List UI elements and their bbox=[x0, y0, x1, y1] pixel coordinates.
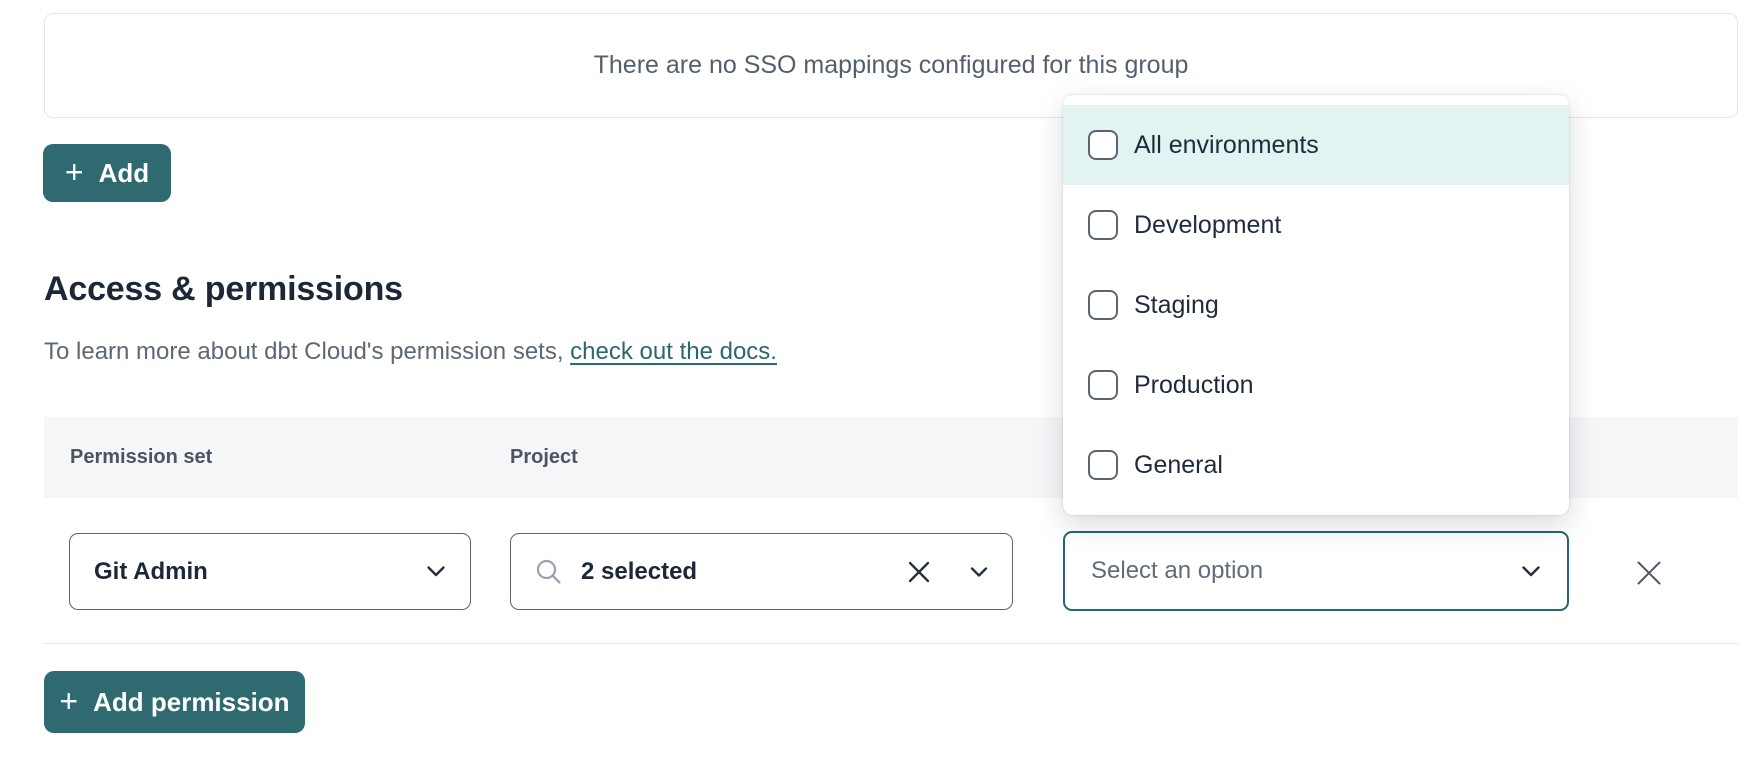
permissions-description: To learn more about dbt Cloud's permissi… bbox=[44, 338, 777, 366]
add-button-label: Add bbox=[99, 158, 150, 189]
column-header-project: Project bbox=[510, 446, 578, 469]
dropdown-option-general[interactable]: General bbox=[1063, 425, 1569, 505]
checkbox-icon[interactable] bbox=[1088, 370, 1118, 400]
permission-set-select[interactable]: Git Admin bbox=[69, 533, 471, 610]
dropdown-option-staging[interactable]: Staging bbox=[1063, 265, 1569, 345]
remove-icon bbox=[1634, 558, 1664, 588]
plus-icon: + bbox=[59, 685, 78, 717]
environment-select[interactable]: Select an option bbox=[1063, 531, 1569, 611]
group-settings-page: There are no SSO mappings configured for… bbox=[0, 0, 1744, 772]
page-title: Access & permissions bbox=[44, 270, 403, 309]
add-permission-button[interactable]: + Add permission bbox=[44, 671, 305, 733]
option-label: Development bbox=[1134, 211, 1281, 240]
docs-link[interactable]: check out the docs. bbox=[570, 338, 777, 365]
row-separator bbox=[44, 643, 1738, 644]
checkbox-icon[interactable] bbox=[1088, 450, 1118, 480]
option-label: General bbox=[1134, 451, 1223, 480]
checkbox-icon[interactable] bbox=[1088, 290, 1118, 320]
option-label: Staging bbox=[1134, 291, 1219, 320]
column-header-permission-set: Permission set bbox=[70, 446, 212, 469]
permission-set-value: Git Admin bbox=[94, 558, 208, 586]
sso-empty-message: There are no SSO mappings configured for… bbox=[594, 51, 1189, 80]
environment-placeholder: Select an option bbox=[1091, 557, 1521, 585]
option-label: All environments bbox=[1134, 131, 1319, 160]
add-sso-mapping-button[interactable]: + Add bbox=[43, 144, 171, 202]
remove-permission-row-button[interactable] bbox=[1633, 557, 1665, 589]
chevron-down-icon bbox=[426, 565, 446, 578]
add-permission-label: Add permission bbox=[93, 687, 289, 718]
project-multiselect[interactable]: 2 selected bbox=[510, 533, 1013, 610]
search-icon bbox=[535, 558, 563, 586]
description-text: To learn more about dbt Cloud's permissi… bbox=[44, 338, 570, 365]
plus-icon: + bbox=[65, 156, 84, 188]
chevron-down-icon bbox=[970, 566, 988, 578]
dropdown-option-production[interactable]: Production bbox=[1063, 345, 1569, 425]
clear-icon[interactable] bbox=[906, 559, 932, 585]
option-label: Production bbox=[1134, 371, 1254, 400]
checkbox-icon[interactable] bbox=[1088, 130, 1118, 160]
environment-dropdown-menu: All environments Development Staging Pro… bbox=[1063, 95, 1569, 515]
dropdown-option-all-environments[interactable]: All environments bbox=[1063, 105, 1569, 185]
dropdown-option-development[interactable]: Development bbox=[1063, 185, 1569, 265]
checkbox-icon[interactable] bbox=[1088, 210, 1118, 240]
project-selected-count: 2 selected bbox=[581, 558, 888, 586]
chevron-down-icon bbox=[1521, 565, 1541, 578]
